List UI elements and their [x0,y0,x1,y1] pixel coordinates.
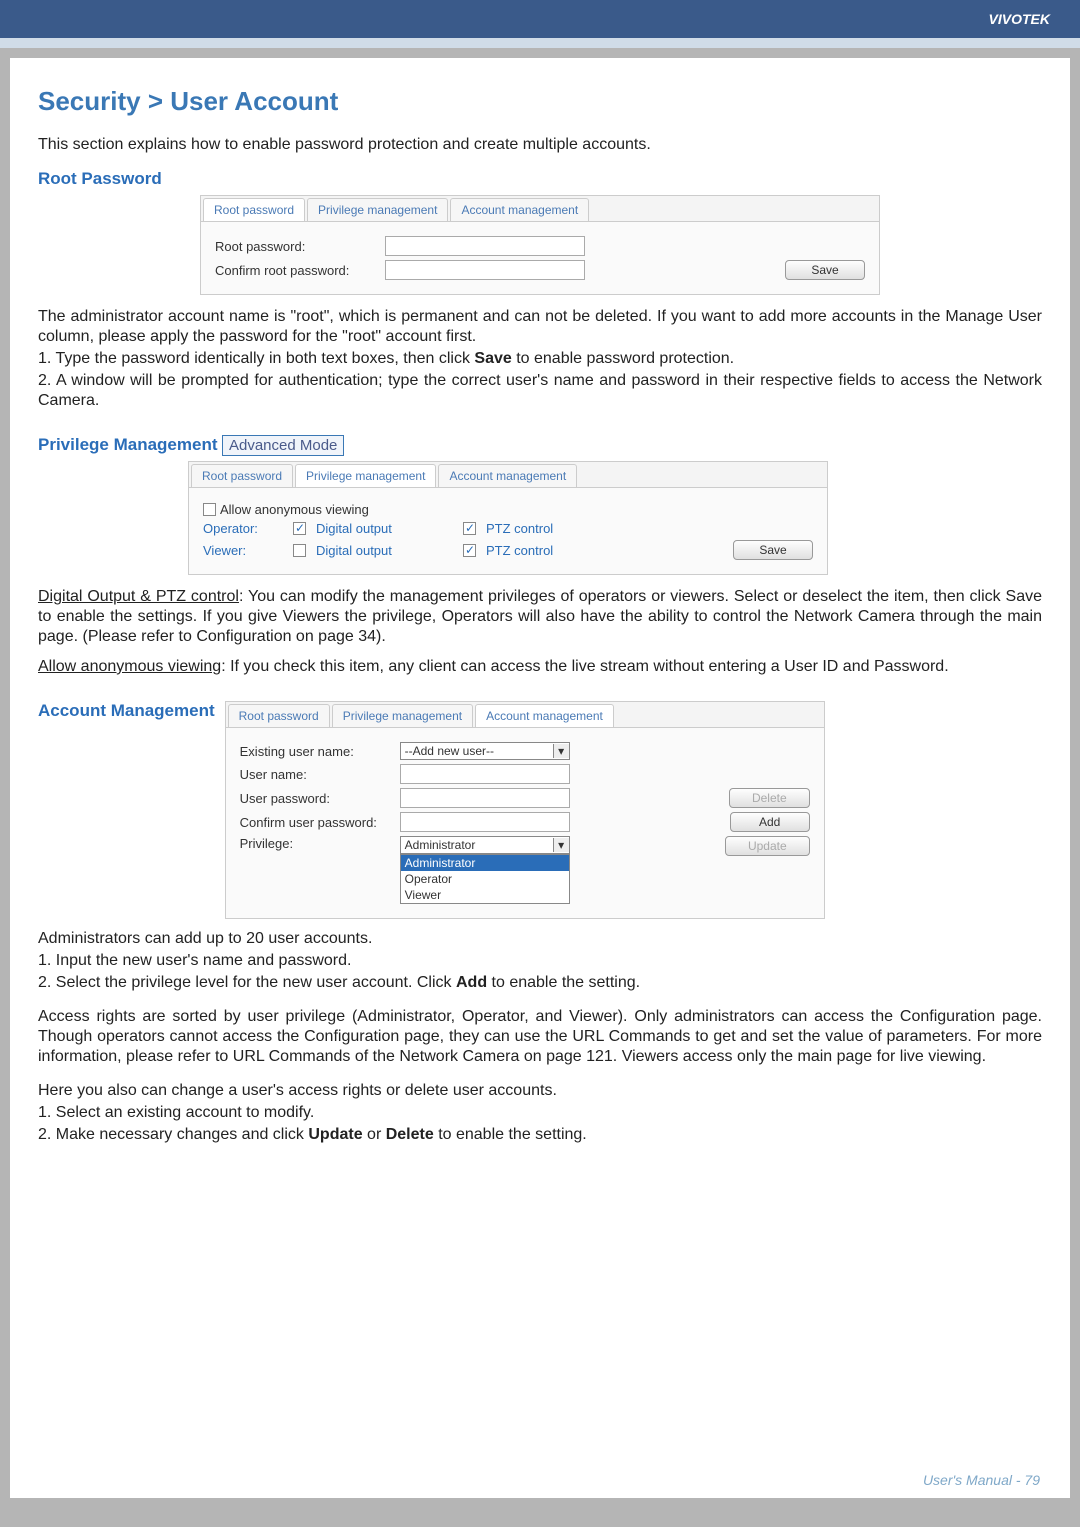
root-password-panel: Root password Privilege management Accou… [200,195,880,295]
privilege-label: Privilege: [240,836,400,851]
chevron-down-icon: ▾ [553,838,569,852]
acct-step1: 1. Input the new user's name and passwor… [38,951,1042,971]
viewer-ptz-label: PTZ control [486,543,553,558]
priv-mgmt-panel: Root password Privilege management Accou… [188,461,828,575]
acct-mgmt-heading: Account Management [38,701,215,721]
tab-account-management-3[interactable]: Account management [475,704,614,727]
allow-anon-checkbox[interactable] [203,503,216,516]
viewer-digital-output-label: Digital output [316,543,392,558]
acct-tabs: Root password Privilege management Accou… [226,702,824,728]
root-step1: 1. Type the password identically in both… [38,349,1042,369]
operator-label: Operator: [203,521,293,536]
brand-text: VIVOTEK [989,11,1050,27]
brand-header: VIVOTEK [0,0,1080,38]
tab-privilege-management-2[interactable]: Privilege management [295,464,436,487]
acct-para1: Administrators can add up to 20 user acc… [38,929,1042,949]
username-label: User name: [240,767,400,782]
tab-root-password[interactable]: Root password [203,198,305,221]
update-button[interactable]: Update [725,836,810,856]
header-underline [0,38,1080,48]
priv-mgmt-heading: Privilege Management [38,435,218,455]
priv-save-button[interactable]: Save [733,540,813,560]
acct-step4: 2. Make necessary changes and click Upda… [38,1125,1042,1145]
viewer-digital-output-checkbox[interactable] [293,544,306,557]
root-para1: The administrator account name is "root"… [38,307,1042,347]
root-tabs: Root password Privilege management Accou… [201,196,879,222]
tab-root-password-2[interactable]: Root password [191,464,293,487]
confirm-root-pw-input[interactable] [385,260,585,280]
advanced-mode-badge: Advanced Mode [222,435,344,456]
save-button[interactable]: Save [785,260,865,280]
acct-mgmt-panel: Root password Privilege management Accou… [225,701,825,919]
tab-privilege-management-3[interactable]: Privilege management [332,704,473,727]
tab-root-password-3[interactable]: Root password [228,704,330,727]
operator-digital-output-checkbox[interactable] [293,522,306,535]
operator-digital-output-label: Digital output [316,521,392,536]
do-ptz-label: Digital Output & PTZ control [38,588,239,605]
page-body: Security > User Account This section exp… [10,58,1070,1498]
root-step2: 2. A window will be prompted for authent… [38,371,1042,411]
acct-step3: 1. Select an existing account to modify. [38,1103,1042,1123]
userpw-input[interactable] [400,788,570,808]
viewer-label: Viewer: [203,543,293,558]
intro-text: This section explains how to enable pass… [38,135,1042,155]
existing-user-select[interactable]: --Add new user-- ▾ [400,742,570,760]
priv-option-viewer[interactable]: Viewer [401,887,569,903]
root-pw-input[interactable] [385,236,585,256]
confirm-root-pw-label: Confirm root password: [215,263,385,278]
tab-account-management[interactable]: Account management [450,198,589,221]
privilege-select[interactable]: Administrator ▾ [400,836,570,854]
existing-user-label: Existing user name: [240,744,400,759]
root-pw-label: Root password: [215,239,385,254]
viewer-ptz-checkbox[interactable] [463,544,476,557]
delete-button[interactable]: Delete [729,788,810,808]
add-button[interactable]: Add [730,812,810,832]
operator-ptz-label: PTZ control [486,521,553,536]
chevron-down-icon: ▾ [553,744,569,758]
priv-option-operator[interactable]: Operator [401,871,569,887]
username-input[interactable] [400,764,570,784]
tab-privilege-management[interactable]: Privilege management [307,198,448,221]
acct-para3: Here you also can change a user's access… [38,1081,1042,1101]
root-password-heading: Root Password [38,169,1042,189]
page-footer: User's Manual - 79 [923,1472,1040,1488]
priv-mgmt-heading-row: Privilege Management Advanced Mode [38,435,1042,461]
anon-label: Allow anonymous viewing [38,658,221,675]
tab-account-management-2[interactable]: Account management [438,464,577,487]
priv-option-admin[interactable]: Administrator [401,855,569,871]
userpw-label: User password: [240,791,400,806]
confirm-userpw-input[interactable] [400,812,570,832]
page-title: Security > User Account [38,86,1042,117]
privilege-list[interactable]: Administrator Operator Viewer [400,854,570,904]
allow-anon-label: Allow anonymous viewing [220,502,369,517]
operator-ptz-checkbox[interactable] [463,522,476,535]
anon-para: Allow anonymous viewing: If you check th… [38,657,1042,677]
acct-para2: Access rights are sorted by user privile… [38,1007,1042,1067]
priv-tabs: Root password Privilege management Accou… [189,462,827,488]
acct-step2: 2. Select the privilege level for the ne… [38,973,1042,993]
confirm-userpw-label: Confirm user password: [240,815,400,830]
do-ptz-para: Digital Output & PTZ control: You can mo… [38,587,1042,647]
